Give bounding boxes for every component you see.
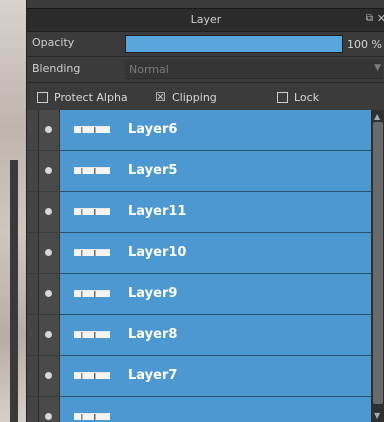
visibility-dot-icon <box>45 208 52 215</box>
popout-icon[interactable]: ⧉ <box>366 13 373 24</box>
layer-row[interactable]: ◦ Layer11 <box>27 192 371 233</box>
visibility-dot-icon <box>45 249 52 256</box>
layer-body[interactable]: Layer11 <box>60 192 371 233</box>
layer-lock-toggle[interactable]: ◦ <box>27 356 39 396</box>
layer-row[interactable]: ◦ Layer7 <box>27 356 371 397</box>
layer-thumbnail <box>74 331 110 338</box>
layer-body[interactable] <box>60 397 371 422</box>
layer-row[interactable]: ◦ <box>27 397 371 422</box>
lock-dot-icon: ◦ <box>29 249 34 257</box>
visibility-dot-icon <box>45 372 52 379</box>
scroll-up-icon[interactable]: ▲ <box>374 112 380 121</box>
lock-label: Lock <box>294 91 320 104</box>
layer-body[interactable]: Layer9 <box>60 274 371 315</box>
layer-lock-toggle[interactable]: ◦ <box>27 274 39 314</box>
visibility-dot-icon <box>45 167 52 174</box>
layer-lock-toggle[interactable]: ◦ <box>27 315 39 355</box>
layer-body[interactable]: Layer6 <box>60 110 371 151</box>
opacity-label: Opacity <box>32 36 75 49</box>
layer-visibility-toggle[interactable] <box>39 274 60 314</box>
checkbox-box <box>277 92 288 103</box>
lock-dot-icon: ◦ <box>29 372 34 380</box>
divider <box>27 82 384 83</box>
canvas-edge <box>10 160 18 422</box>
clipping-label: Clipping <box>172 91 217 104</box>
lock-dot-icon: ◦ <box>29 126 34 134</box>
layer-name: Layer5 <box>128 163 178 178</box>
layer-name: Layer10 <box>128 245 187 260</box>
layer-lock-toggle[interactable]: ◦ <box>27 151 39 191</box>
layer-row[interactable]: ◦ Layer10 <box>27 233 371 274</box>
layer-thumbnail <box>74 167 110 174</box>
opacity-slider-fill <box>126 36 342 52</box>
layer-thumbnail <box>74 413 110 420</box>
layer-body[interactable]: Layer7 <box>60 356 371 397</box>
layer-thumbnail <box>74 290 110 297</box>
lock-dot-icon: ◦ <box>29 331 34 339</box>
layer-row[interactable]: ◦ Layer5 <box>27 151 371 192</box>
layer-lock-toggle[interactable]: ◦ <box>27 397 39 422</box>
layer-body[interactable]: Layer5 <box>60 151 371 192</box>
blending-dropdown[interactable]: Normal ▼ <box>125 60 383 79</box>
layer-row[interactable]: ◦ Layer6 <box>27 110 371 151</box>
layer-visibility-toggle[interactable] <box>39 397 60 422</box>
visibility-dot-icon <box>45 331 52 338</box>
layer-row[interactable]: ◦ Layer9 <box>27 274 371 315</box>
close-icon[interactable]: ✕ <box>377 12 384 25</box>
visibility-dot-icon <box>45 413 52 420</box>
clipping-checkbox[interactable]: ☒ Clipping <box>155 91 217 104</box>
protect-alpha-checkbox[interactable]: Protect Alpha <box>37 91 128 104</box>
lock-dot-icon: ◦ <box>29 167 34 175</box>
layer-thumbnail <box>74 249 110 256</box>
lock-dot-icon: ◦ <box>29 208 34 216</box>
layer-name: Layer9 <box>128 286 178 301</box>
blending-value: Normal <box>129 63 169 76</box>
layer-name: Layer11 <box>128 204 187 219</box>
layer-body[interactable]: Layer8 <box>60 315 371 356</box>
layer-thumbnail <box>74 372 110 379</box>
layer-thumbnail <box>74 208 110 215</box>
layer-visibility-toggle[interactable] <box>39 151 60 191</box>
layer-row[interactable]: ◦ Layer8 <box>27 315 371 356</box>
opacity-slider[interactable] <box>125 35 343 53</box>
panel-title: Layer <box>190 13 222 26</box>
layer-lock-toggle[interactable]: ◦ <box>27 192 39 232</box>
panel-titlebar[interactable]: Layer ⧉ ✕ <box>27 8 384 32</box>
layer-name: Layer6 <box>128 122 178 137</box>
checkbox-checked-icon: ☒ <box>155 90 166 104</box>
layer-lock-toggle[interactable]: ◦ <box>27 233 39 273</box>
visibility-dot-icon <box>45 126 52 133</box>
layer-lock-toggle[interactable]: ◦ <box>27 110 39 150</box>
layer-visibility-toggle[interactable] <box>39 233 60 273</box>
layer-visibility-toggle[interactable] <box>39 356 60 396</box>
layer-visibility-toggle[interactable] <box>39 110 60 150</box>
layer-visibility-toggle[interactable] <box>39 192 60 232</box>
chevron-down-icon: ▼ <box>374 63 381 73</box>
lock-dot-icon: ◦ <box>29 413 34 421</box>
checkbox-box <box>37 92 48 103</box>
scrollbar-thumb[interactable] <box>373 122 383 404</box>
scroll-down-icon[interactable]: ▼ <box>374 411 380 420</box>
layer-list-scrollbar[interactable]: ▲ ▼ <box>371 110 384 422</box>
blending-label: Blending <box>32 62 81 75</box>
opacity-value: 100 % <box>347 38 382 51</box>
layer-panel: Layer ⧉ ✕ Opacity 100 % Blending Normal … <box>26 0 384 422</box>
lock-checkbox[interactable]: Lock <box>277 91 319 104</box>
layer-body[interactable]: Layer10 <box>60 233 371 274</box>
layer-name: Layer7 <box>128 368 178 383</box>
layer-name: Layer8 <box>128 327 178 342</box>
visibility-dot-icon <box>45 290 52 297</box>
layer-thumbnail <box>74 126 110 133</box>
layer-list: ◦ Layer6 ◦ Layer5 ◦ Layer11 ◦ Layer10 ◦ Layer9 ◦ La… <box>27 110 371 422</box>
protect-alpha-label: Protect Alpha <box>54 91 128 104</box>
layer-visibility-toggle[interactable] <box>39 315 60 355</box>
lock-dot-icon: ◦ <box>29 290 34 298</box>
